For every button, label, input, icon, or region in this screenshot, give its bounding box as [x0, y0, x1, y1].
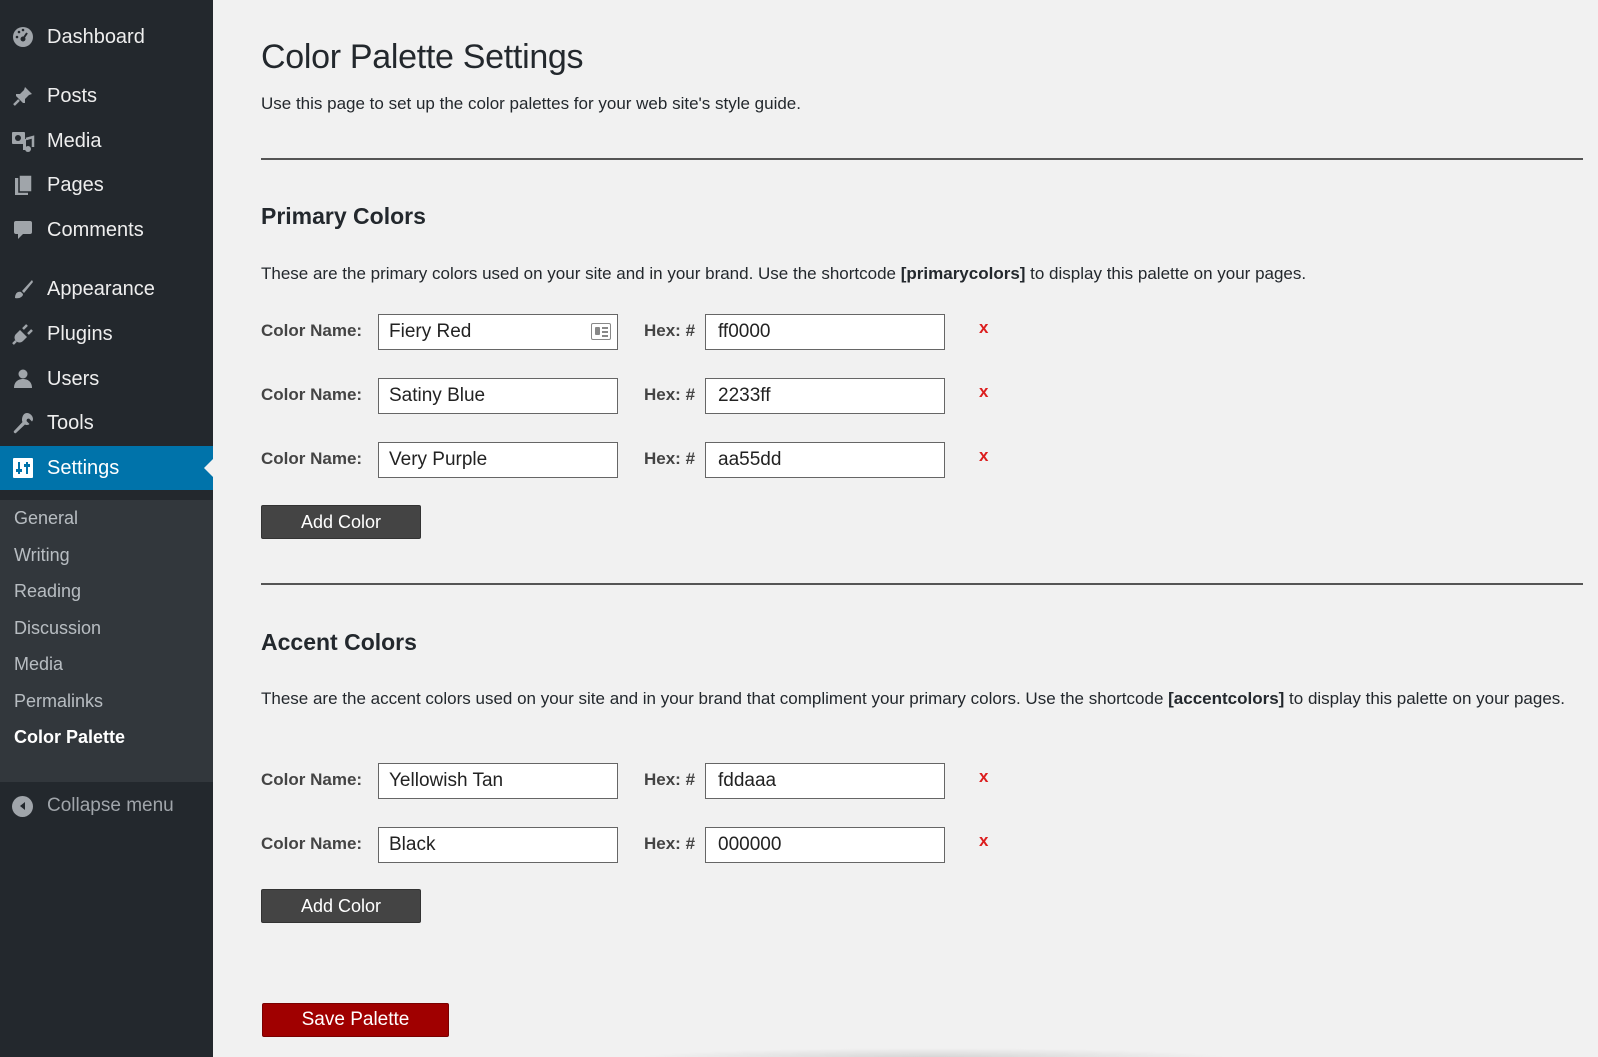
- remove-color-button[interactable]: x: [979, 382, 988, 402]
- color-name-field[interactable]: Fiery Red: [378, 314, 618, 350]
- menu-label: Posts: [47, 84, 98, 107]
- primary-color-row: Color Name: Fiery Red Hex: # ff0000 x: [261, 314, 1061, 350]
- hex-label: Hex: #: [644, 385, 696, 404]
- hex-field[interactable]: 2233ff: [705, 378, 945, 414]
- dashboard-icon: [11, 25, 35, 49]
- color-name-label: Color Name:: [261, 770, 363, 789]
- menu-item-appearance[interactable]: Appearance: [0, 267, 213, 311]
- settings-submenu: General Writing Reading Discussion Media…: [0, 500, 213, 782]
- remove-color-button[interactable]: x: [979, 831, 988, 851]
- admin-sidebar: Dashboard Posts Media Pages Comments App…: [0, 0, 213, 1057]
- main-content: Color Palette Settings Use this page to …: [213, 0, 1598, 1057]
- menu-label: Comments: [47, 218, 144, 241]
- submenu-item-permalinks[interactable]: Permalinks: [14, 691, 103, 712]
- submenu-item-media[interactable]: Media: [14, 654, 63, 675]
- submenu-item-discussion[interactable]: Discussion: [14, 618, 101, 639]
- menu-label: Tools: [47, 411, 94, 434]
- shortcode: [primarycolors]: [900, 264, 1026, 283]
- collapse-arrow-icon: [12, 795, 33, 817]
- color-name-label: Color Name:: [261, 834, 363, 853]
- hex-field[interactable]: 000000: [705, 827, 945, 863]
- menu-label: Pages: [47, 173, 104, 196]
- color-name-label: Color Name:: [261, 385, 363, 404]
- menu-item-users[interactable]: Users: [0, 357, 213, 401]
- bottom-shadow: [633, 1048, 1233, 1057]
- color-name-label: Color Name:: [261, 449, 363, 468]
- menu-label: Plugins: [47, 322, 113, 345]
- menu-label: Dashboard: [47, 25, 145, 48]
- color-name-field[interactable]: Satiny Blue: [378, 378, 618, 414]
- plugin-icon: [11, 322, 35, 346]
- hex-label: Hex: #: [644, 770, 696, 789]
- remove-color-button[interactable]: x: [979, 318, 988, 338]
- color-name-field[interactable]: Very Purple: [378, 442, 618, 478]
- menu-label: Users: [47, 367, 100, 390]
- hex-field[interactable]: ff0000: [705, 314, 945, 350]
- menu-label: Settings: [47, 456, 120, 479]
- hex-field[interactable]: fddaaa: [705, 763, 945, 799]
- add-accent-color-button[interactable]: Add Color: [261, 889, 421, 923]
- submenu-item-general[interactable]: General: [14, 508, 78, 529]
- pin-icon: [11, 84, 35, 108]
- brush-icon: [11, 277, 35, 301]
- divider: [261, 158, 1583, 160]
- hex-label: Hex: #: [644, 449, 696, 468]
- user-icon: [11, 367, 35, 391]
- primary-color-row: Color Name: Satiny Blue Hex: # 2233ff x: [261, 378, 1061, 414]
- accent-colors-description: These are the accent colors used on your…: [261, 686, 1581, 711]
- submenu-item-color-palette[interactable]: Color Palette: [14, 727, 125, 748]
- color-name-field[interactable]: Yellowish Tan: [378, 763, 618, 799]
- remove-color-button[interactable]: x: [979, 767, 988, 787]
- collapse-menu-button[interactable]: Collapse menu: [0, 786, 213, 826]
- accent-color-row: Color Name: Black Hex: # 000000 x: [261, 827, 1061, 863]
- settings-icon: [11, 456, 35, 480]
- field-value: Fiery Red: [389, 321, 472, 342]
- save-palette-button[interactable]: Save Palette: [262, 1003, 449, 1037]
- pages-icon: [11, 173, 35, 197]
- submenu-item-writing[interactable]: Writing: [14, 545, 70, 566]
- primary-colors-description: These are the primary colors used on you…: [261, 261, 1581, 286]
- menu-item-pages[interactable]: Pages: [0, 163, 213, 207]
- desc-text: to display this palette on your pages.: [1025, 264, 1307, 283]
- shortcode: [accentcolors]: [1168, 689, 1285, 708]
- hex-label: Hex: #: [644, 834, 696, 853]
- hex-field[interactable]: aa55dd: [705, 442, 945, 478]
- accent-colors-heading: Accent Colors: [261, 629, 417, 655]
- menu-item-comments[interactable]: Comments: [0, 208, 213, 252]
- menu-label: Appearance: [47, 277, 155, 300]
- desc-text: to display this palette on your pages.: [1284, 689, 1566, 708]
- menu-label: Media: [47, 129, 102, 152]
- comment-icon: [11, 218, 35, 242]
- menu-item-dashboard[interactable]: Dashboard: [0, 15, 213, 59]
- color-name-field[interactable]: Black: [378, 827, 618, 863]
- menu-item-tools[interactable]: Tools: [0, 401, 213, 445]
- menu-item-media[interactable]: Media: [0, 119, 213, 163]
- media-icon: [11, 129, 35, 153]
- menu-item-settings[interactable]: Settings: [0, 446, 213, 490]
- collapse-label: Collapse menu: [47, 795, 174, 816]
- page-intro: Use this page to set up the color palett…: [261, 94, 801, 113]
- hex-label: Hex: #: [644, 321, 696, 340]
- color-name-label: Color Name:: [261, 321, 363, 340]
- page-title: Color Palette Settings: [261, 38, 584, 76]
- submenu-item-reading[interactable]: Reading: [14, 581, 81, 602]
- desc-text: These are the accent colors used on your…: [261, 689, 1169, 708]
- primary-colors-heading: Primary Colors: [261, 203, 426, 229]
- primary-color-row: Color Name: Very Purple Hex: # aa55dd x: [261, 442, 1061, 478]
- menu-item-posts[interactable]: Posts: [0, 74, 213, 118]
- menu-item-plugins[interactable]: Plugins: [0, 312, 213, 356]
- add-primary-color-button[interactable]: Add Color: [261, 505, 421, 539]
- contact-card-icon[interactable]: [591, 323, 611, 340]
- divider: [261, 583, 1583, 585]
- desc-text: These are the primary colors used on you…: [261, 264, 901, 283]
- wrench-icon: [11, 411, 35, 435]
- accent-color-row: Color Name: Yellowish Tan Hex: # fddaaa …: [261, 763, 1061, 799]
- remove-color-button[interactable]: x: [979, 446, 988, 466]
